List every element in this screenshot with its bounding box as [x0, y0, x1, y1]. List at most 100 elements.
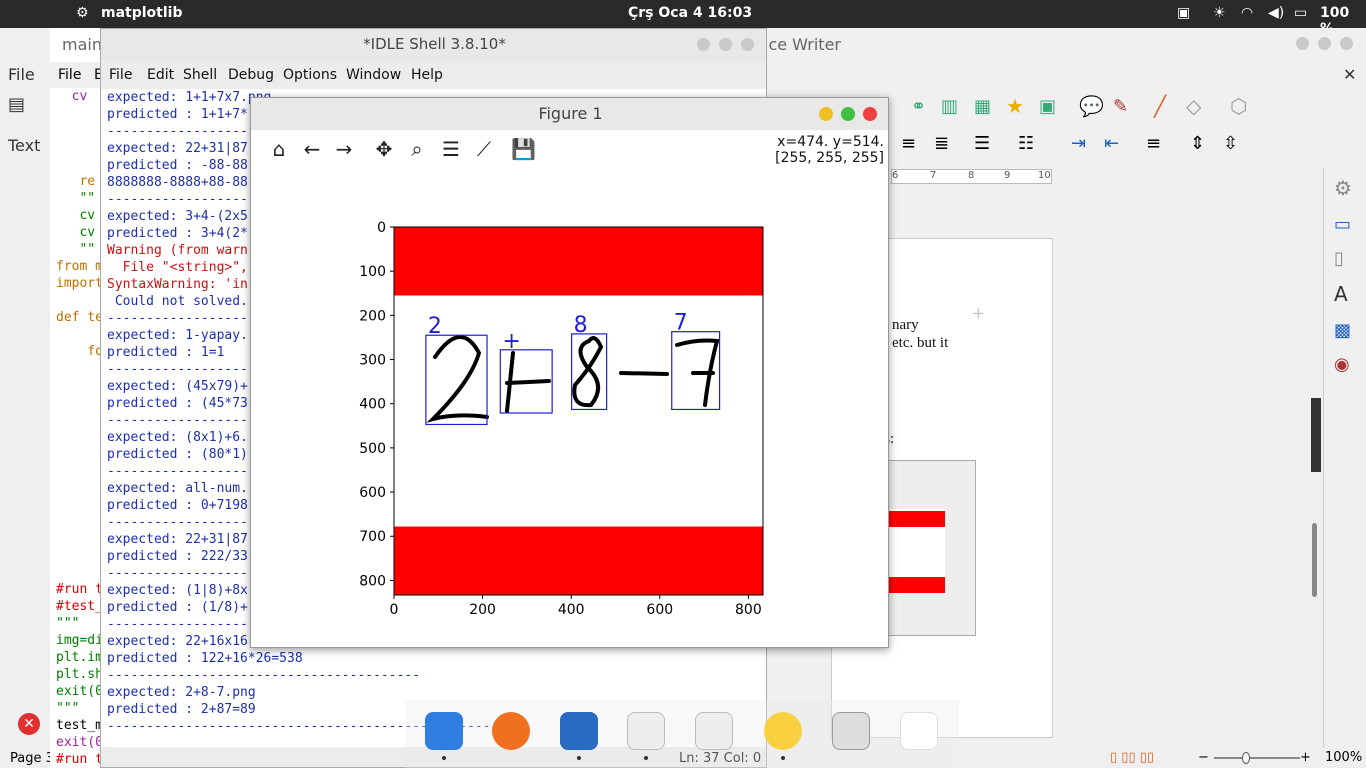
navigator-icon[interactable]: ◉: [1334, 354, 1350, 375]
writer-minimize-button[interactable]: [1296, 37, 1309, 50]
app-name[interactable]: matplotlib: [101, 5, 182, 21]
code-line: test_m: [56, 718, 103, 733]
writer-ruler[interactable]: 6 7 8 9 10: [891, 169, 1052, 184]
draw-icon[interactable]: ⬡: [1230, 94, 1247, 118]
running-indicator: [442, 756, 446, 760]
code-line: """: [56, 701, 80, 716]
comment-icon[interactable]: 💬: [1079, 94, 1104, 118]
line-spacing-icon[interactable]: ≡: [1146, 133, 1161, 154]
writer-icon[interactable]: [560, 712, 598, 750]
indent-increase-icon[interactable]: ⇥: [1071, 133, 1086, 154]
writer-scrollbar[interactable]: [1312, 523, 1317, 597]
toggle-icon[interactable]: ▭: [1334, 214, 1351, 235]
idle-menu-window[interactable]: Window: [346, 67, 401, 83]
indent-decrease-icon[interactable]: ⇤: [1104, 133, 1119, 154]
numbering-icon[interactable]: ☷: [1018, 133, 1034, 154]
idle-titlebar[interactable]: *IDLE Shell 3.8.10*: [101, 29, 766, 61]
figure-maximize-button[interactable]: [841, 107, 855, 121]
styles-icon[interactable]: A: [1334, 282, 1348, 306]
idle-close-button[interactable]: [741, 38, 754, 51]
volume-icon[interactable]: ◀): [1268, 5, 1284, 21]
idle-menu-help[interactable]: Help: [411, 67, 443, 83]
idle-maximize-button[interactable]: [719, 38, 732, 51]
y-tick-label: 400: [359, 397, 386, 413]
star-icon[interactable]: ★: [1006, 94, 1024, 118]
figure-titlebar[interactable]: Figure 1: [251, 98, 888, 130]
writer-maximize-button[interactable]: [1318, 37, 1331, 50]
zoom-in-icon[interactable]: +: [1300, 750, 1311, 765]
zoom-out-icon[interactable]: −: [1198, 750, 1209, 765]
python-file-icon[interactable]: [695, 712, 733, 750]
main-menu-file[interactable]: File: [58, 67, 81, 83]
line-icon[interactable]: ╱: [1154, 94, 1166, 118]
idle-menu-options[interactable]: Options: [283, 67, 337, 83]
link-icon[interactable]: ⚭: [911, 96, 926, 117]
close-circle-icon[interactable]: ✕: [18, 713, 40, 735]
gallery-icon[interactable]: ▩: [1334, 320, 1351, 341]
sidebar-collapse-handle[interactable]: [1311, 398, 1321, 472]
brightness-icon[interactable]: ☀: [1213, 5, 1226, 21]
track-changes-icon[interactable]: ✎: [1113, 96, 1128, 117]
zoom-slider[interactable]: [1214, 757, 1300, 759]
firefox-icon[interactable]: [492, 712, 530, 750]
save-icon[interactable]: 💾: [511, 137, 536, 161]
screenshot-icon[interactable]: ▣: [1177, 5, 1190, 21]
writer-doc-close-icon[interactable]: ✕: [1343, 65, 1356, 84]
ruler-mark: 8: [968, 170, 975, 181]
table-insert-icon[interactable]: ▦: [974, 96, 991, 117]
pan-icon[interactable]: ✥: [372, 137, 396, 161]
forward-icon[interactable]: →: [332, 137, 356, 161]
figure-close-button[interactable]: [863, 107, 877, 121]
zoom-slider-knob[interactable]: [1242, 752, 1250, 764]
properties-icon[interactable]: ⚙: [1334, 176, 1352, 200]
code-line: exit(0: [56, 684, 103, 699]
para-spacing-dec-icon[interactable]: ⇳: [1223, 133, 1238, 154]
battery-icon[interactable]: ▭: [1294, 5, 1307, 21]
idle-menu-shell[interactable]: Shell: [183, 67, 217, 83]
figure-minimize-button[interactable]: [819, 107, 833, 121]
code-line: #run t: [56, 752, 103, 767]
doc-text-line: etc. but it: [892, 335, 949, 351]
shapes-icon[interactable]: ◇: [1186, 94, 1201, 118]
idle-menu-file[interactable]: File: [109, 67, 132, 83]
align-right-icon[interactable]: ≡: [901, 133, 916, 154]
trash-icon[interactable]: [832, 712, 870, 750]
view-layout-icons[interactable]: ▯ ▯▯ ▯▯: [1110, 750, 1154, 765]
justify-icon[interactable]: ≣: [934, 133, 949, 154]
idle-menu-debug[interactable]: Debug: [228, 67, 274, 83]
python-file-icon[interactable]: [627, 712, 665, 750]
wifi-icon[interactable]: ◠: [1241, 5, 1253, 21]
doc-text-line: nary: [892, 317, 919, 333]
code-line: #run t: [56, 582, 103, 597]
ruler-mark: 9: [1004, 170, 1011, 181]
idle-menu-edit[interactable]: Edit: [147, 67, 174, 83]
chart-insert-icon[interactable]: ▥: [941, 96, 958, 117]
configure-icon[interactable]: ☰: [439, 137, 463, 161]
apps-grid-icon[interactable]: [900, 712, 938, 750]
finder-icon[interactable]: [425, 712, 463, 750]
frame-icon[interactable]: ▣: [1039, 96, 1056, 117]
zoom-level[interactable]: 100%: [1325, 750, 1362, 765]
embedded-screenshot-image[interactable]: [886, 460, 976, 636]
page-icon[interactable]: ▯: [1334, 248, 1344, 269]
cursor-coordinates: x=474. y=514. [255, 255, 255]: [775, 134, 884, 166]
back-icon[interactable]: ←: [300, 137, 324, 161]
file-menu[interactable]: File: [8, 65, 35, 84]
edit-axis-icon[interactable]: ⟋: [472, 137, 496, 161]
image-plot[interactable]: 2+8 70 200 400 600 80001002003004005006007008…: [251, 168, 889, 648]
para-spacing-icon[interactable]: ⇕: [1190, 133, 1205, 154]
pinwheel-icon[interactable]: [764, 712, 802, 750]
code-line: import: [56, 276, 103, 291]
text-style-box[interactable]: Text: [8, 136, 40, 155]
idle-minimize-button[interactable]: [697, 38, 710, 51]
clock[interactable]: Çrş Oca 4 16:03: [628, 5, 752, 21]
main-editor-code[interactable]: cv re "" cv cv "" from m import def te fo #r…: [56, 88, 103, 768]
writer-close-button[interactable]: [1340, 37, 1353, 50]
zoom-icon[interactable]: ⌕: [405, 137, 429, 161]
document-icon[interactable]: ▤: [8, 94, 25, 115]
home-icon[interactable]: ⌂: [267, 137, 291, 161]
bullets-icon[interactable]: ☰: [974, 133, 990, 154]
